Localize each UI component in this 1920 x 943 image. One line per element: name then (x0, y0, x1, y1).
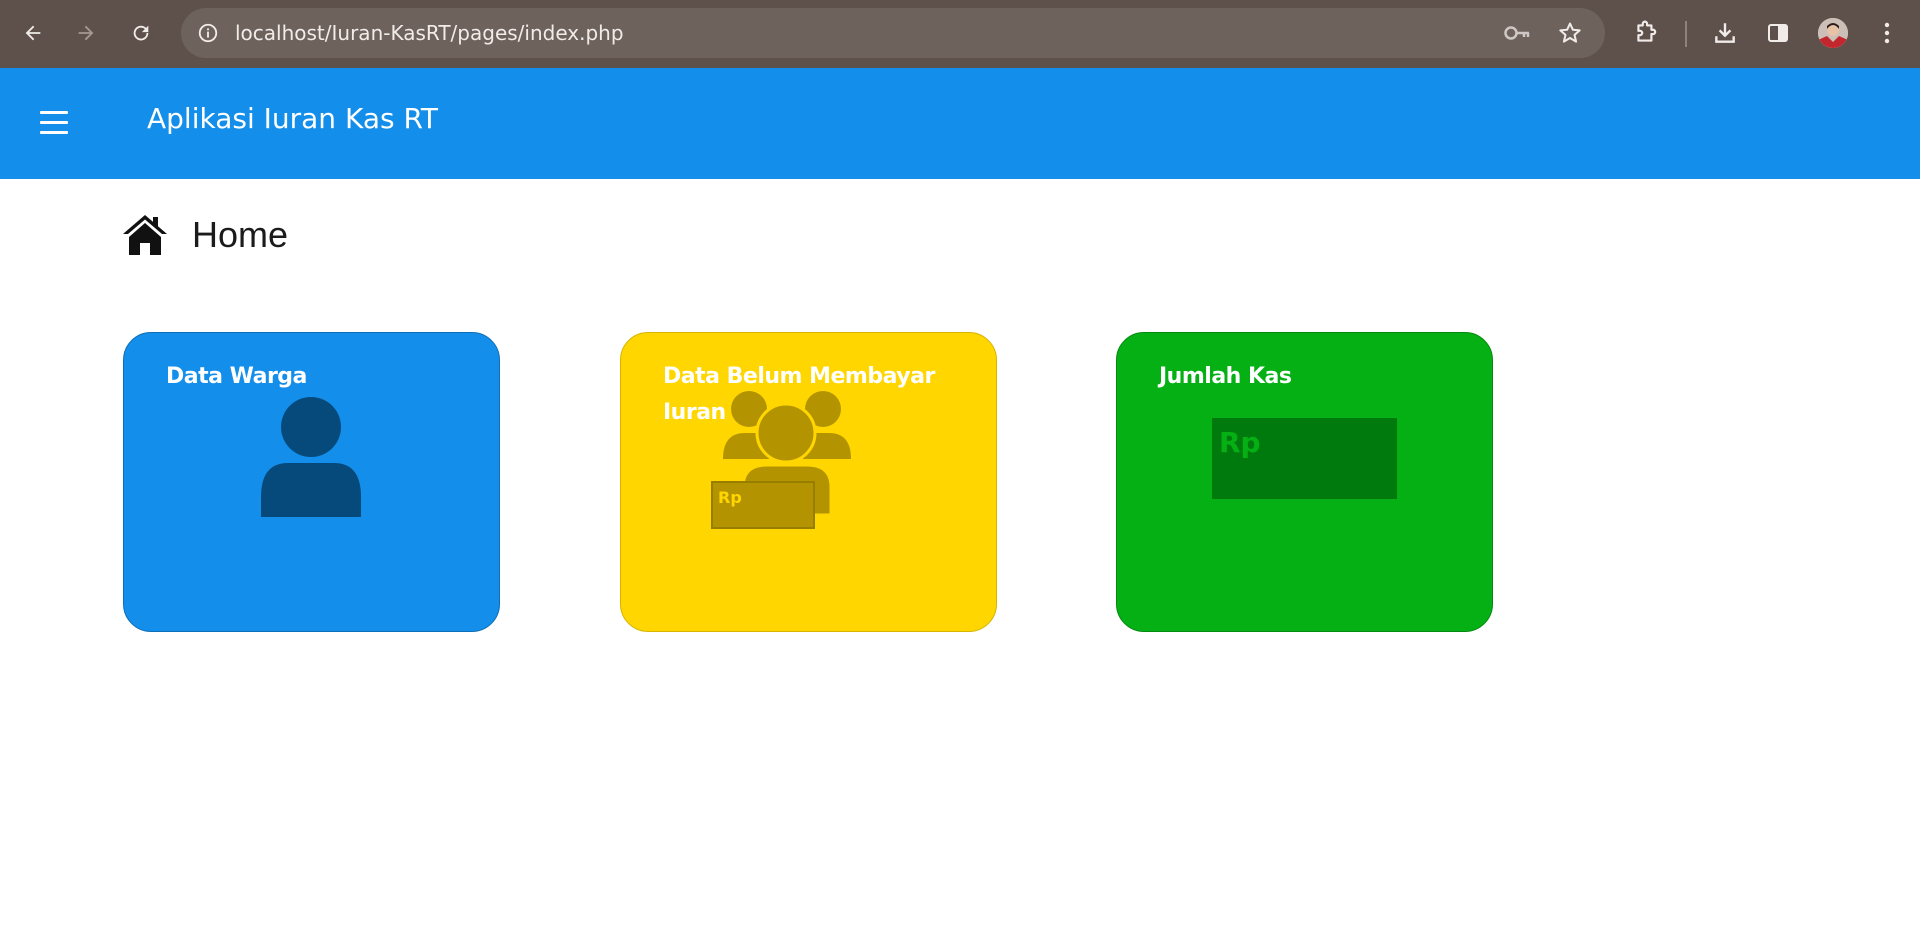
card-data-warga[interactable]: Data Warga (123, 332, 500, 632)
back-button[interactable] (16, 16, 50, 50)
side-panel-button[interactable] (1761, 16, 1795, 50)
site-info-icon[interactable] (192, 17, 224, 49)
downloads-button[interactable] (1708, 16, 1742, 50)
toolbar-divider (1685, 21, 1687, 47)
extensions-button[interactable] (1629, 16, 1663, 50)
card-title: Data Warga (166, 364, 307, 389)
money-bill-icon: Rp (711, 481, 815, 529)
card-data-belum-membayar[interactable]: Data Belum Membayar Iuran Rp (620, 332, 997, 632)
card-jumlah-kas[interactable]: Jumlah Kas Rp (1116, 332, 1493, 632)
puzzle-icon (1637, 20, 1657, 42)
page-title: Home (192, 214, 289, 255)
page-heading: Home (122, 210, 288, 260)
user-icon (261, 397, 361, 517)
hamburger-menu-icon[interactable] (38, 105, 72, 139)
card-title: Jumlah Kas (1159, 364, 1292, 389)
money-label: Rp (718, 488, 742, 507)
address-bar[interactable]: localhost/Iuran-KasRT/pages/index.php (181, 8, 1605, 58)
card-title: Data Belum Membayar Iuran (663, 364, 935, 425)
side-panel-icon (1768, 24, 1788, 42)
reload-button[interactable] (124, 16, 158, 50)
kebab-menu-icon (1884, 22, 1890, 44)
browser-menu-button[interactable] (1870, 16, 1904, 50)
money-label: Rp (1219, 426, 1261, 459)
money-icon: Rp (1212, 418, 1397, 499)
browser-toolbar: localhost/Iuran-KasRT/pages/index.php (0, 0, 1920, 68)
arrow-left-icon (25, 25, 41, 41)
app-title: Aplikasi Iuran Kas RT (147, 102, 438, 135)
profile-avatar[interactable] (1818, 18, 1848, 48)
url-text[interactable]: localhost/Iuran-KasRT/pages/index.php (235, 21, 624, 45)
key-icon[interactable] (1501, 17, 1533, 49)
bookmark-star-icon[interactable] (1554, 17, 1586, 49)
forward-button[interactable] (69, 16, 103, 50)
reload-icon (133, 25, 149, 41)
download-icon (1715, 23, 1735, 43)
home-icon (123, 215, 167, 255)
app-header: Aplikasi Iuran Kas RT (0, 68, 1920, 179)
arrow-right-icon (78, 25, 94, 41)
